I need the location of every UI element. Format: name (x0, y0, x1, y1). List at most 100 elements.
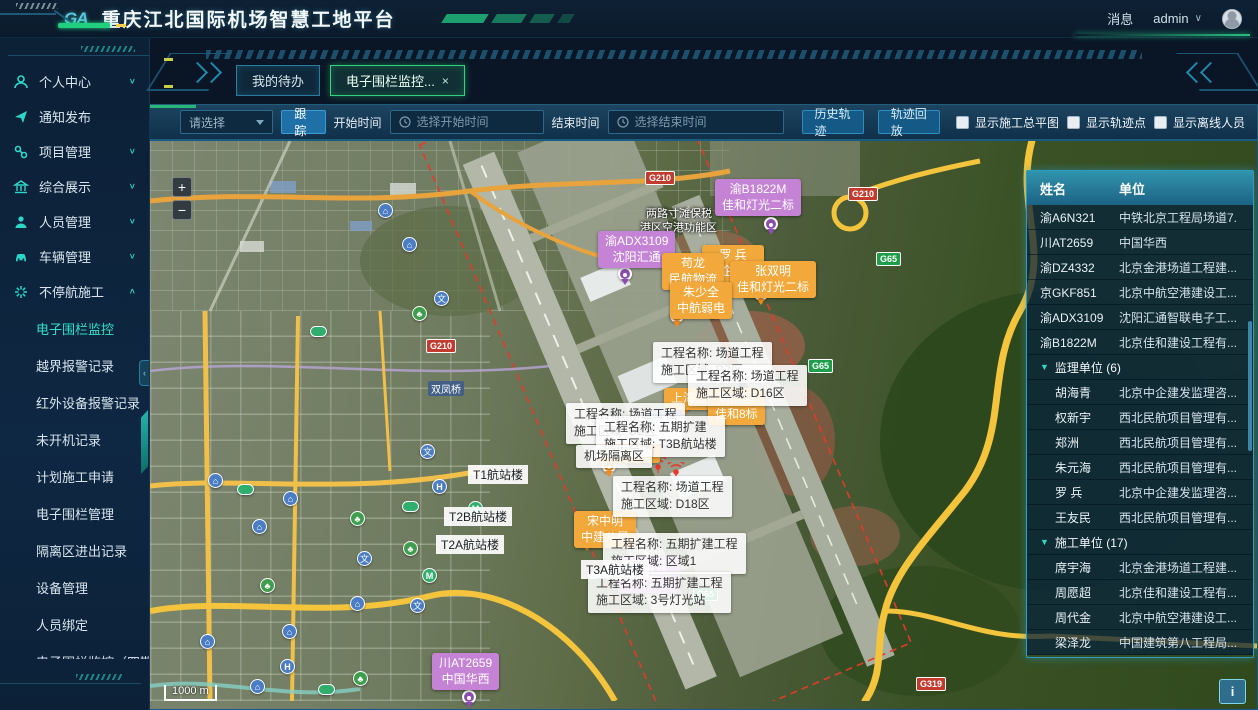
table-row[interactable]: 王友民西北民航项目管理有... (1027, 505, 1253, 530)
table-row[interactable]: 郑洲西北民航项目管理有... (1027, 430, 1253, 455)
road-badge: G210 (426, 339, 456, 353)
toolbar: 请选择 跟踪 开始时间 结束时间 历史轨迹 轨迹回放 (150, 104, 1258, 140)
table-row[interactable]: 渝B1822M北京佳和建设工程有... (1027, 330, 1253, 355)
row-unit: 中国建筑第八工程局... (1119, 634, 1253, 651)
sidebar-item-vehicles[interactable]: 车辆管理 ∨ (0, 239, 149, 274)
display-option-checkbox[interactable]: 显示轨迹点 (1067, 114, 1146, 131)
row-unit: 西北民航项目管理有... (1119, 459, 1253, 476)
terminal-label: T2A航站楼 (436, 535, 504, 554)
sidebar-top-line (8, 55, 149, 56)
sidebar-submenu-item[interactable]: 未开机记录 (0, 422, 149, 459)
zoom-in-button[interactable]: + (172, 177, 192, 197)
map-poi-icon: 文 (357, 551, 372, 566)
table-row[interactable]: 川AT2659中国华西 (1027, 230, 1253, 255)
vehicle-map-label[interactable]: 渝B1822M佳和灯光二标 (715, 179, 801, 216)
sidebar-item-overview[interactable]: 综合展示 ∨ (0, 169, 149, 204)
start-time-picker[interactable] (390, 110, 544, 134)
map-poi-icon: ⌂ (282, 624, 297, 639)
sidebar-submenu-item[interactable]: 越界报警记录 (0, 348, 149, 385)
table-row[interactable]: 胡海青北京中企建发监理咨... (1027, 380, 1253, 405)
row-unit: 北京佳和建设工程有... (1119, 334, 1253, 351)
tab-my-todo[interactable]: 我的待办 (236, 65, 320, 96)
map-poi-icon (318, 684, 335, 695)
sidebar-collapse-handle[interactable]: ‹ (139, 360, 149, 386)
sidebar-submenu-item[interactable]: 设备管理 (0, 570, 149, 607)
map-canvas[interactable]: + − ⌂⌂⌂⌂⌂⌂⌂⌂⌂♣♣♣♣♣文文文文MMHH G210G210G210G… (150, 140, 1258, 710)
display-option-checkbox[interactable]: 显示施工总平图 (956, 114, 1059, 131)
column-unit: 单位 (1119, 179, 1253, 198)
end-time-picker[interactable] (608, 110, 784, 134)
project-tooltip: 机场隔离区 (576, 445, 652, 468)
row-name: 周代金 (1027, 609, 1119, 626)
map-person-pin[interactable] (618, 267, 632, 281)
sidebar-submenu-item[interactable]: 红外设备报警记录 (0, 385, 149, 422)
user-menu[interactable]: admin ∨ (1153, 11, 1202, 26)
table-row[interactable]: 渝ADX3109沈阳汇通智联电子工... (1027, 305, 1253, 330)
checkbox-box-icon[interactable] (1154, 116, 1167, 129)
sidebar-edge-decoration (141, 410, 148, 474)
sidebar-item-personal-center[interactable]: 个人中心 ∨ (0, 64, 149, 99)
row-name: 罗 兵 (1027, 484, 1119, 501)
map-poi-icon: ⌂ (283, 491, 298, 506)
sidebar-item-nonstop-construction[interactable]: 不停航施工 ∧ (0, 274, 149, 309)
toolbar-checkbox-group: 显示施工总平图 显示轨迹点 显示离线人员 (948, 114, 1245, 131)
sidebar-submenu-item[interactable]: 电子围栏监控（四期） (0, 644, 149, 659)
terminal-label: T2B航站楼 (444, 507, 512, 526)
table-row[interactable]: 京GKF851北京中航空港建设工... (1027, 280, 1253, 305)
sidebar-submenu-item[interactable]: 人员绑定 (0, 607, 149, 644)
map-poi-icon: ⌂ (378, 203, 393, 218)
checkbox-box-icon[interactable] (956, 116, 969, 129)
sidebar-item-projects[interactable]: 项目管理 ∨ (0, 134, 149, 169)
sidebar-item-notifications[interactable]: 通知发布 (0, 99, 149, 134)
track-playback-button[interactable]: 轨迹回放 (878, 110, 940, 134)
display-option-checkbox[interactable]: 显示离线人员 (1154, 114, 1245, 131)
table-row[interactable]: 权新宇西北民航项目管理有... (1027, 405, 1253, 430)
collapse-triangle-icon[interactable]: ▼ (1040, 537, 1049, 547)
table-row[interactable]: 周代金北京中航空港建设工... (1027, 605, 1253, 630)
map-poi-icon: H (432, 479, 447, 494)
sidebar-submenu-item[interactable]: 电子围栏监控 (0, 311, 149, 348)
sidebar-submenu-item[interactable]: 计划施工申请 (0, 459, 149, 496)
row-unit: 北京中航空港建设工... (1119, 609, 1253, 626)
table-group-row[interactable]: ▼监理单位 (6) (1027, 355, 1253, 380)
row-unit: 北京中企建发监理咨... (1119, 484, 1253, 501)
end-time-input[interactable] (635, 115, 775, 129)
person-select-dropdown[interactable]: 请选择 (180, 110, 273, 134)
table-group-row[interactable]: ▼施工单位 (17) (1027, 530, 1253, 555)
table-row[interactable]: 渝A6N321中铁北京工程局场道7. (1027, 205, 1253, 230)
sidebar-item-personnel[interactable]: 人员管理 ∨ (0, 204, 149, 239)
sidebar-submenu-item[interactable]: 隔离区进出记录 (0, 533, 149, 570)
terminal-label: T3A航站楼 (581, 560, 649, 579)
table-row[interactable]: 席宇海北京金港场道工程建... (1027, 555, 1253, 580)
table-row[interactable]: 渝DZ4332北京金港场道工程建... (1027, 255, 1253, 280)
map-poi-icon: M (422, 568, 437, 583)
row-unit: 北京金港场道工程建... (1119, 559, 1253, 576)
history-track-button[interactable]: 历史轨迹 (802, 110, 864, 134)
collapse-triangle-icon[interactable]: ▼ (1040, 362, 1049, 372)
person-map-label[interactable]: 朱少全中航弱电 (670, 282, 732, 319)
table-row[interactable]: 罗 兵北京中企建发监理咨... (1027, 480, 1253, 505)
tabbar-yellow-tick (164, 85, 173, 88)
road-badge: G210 (848, 187, 878, 201)
track-button[interactable]: 跟踪 (281, 110, 325, 134)
table-row[interactable]: 梁泽龙中国建筑第八工程局... (1027, 630, 1253, 655)
close-icon[interactable]: × (442, 74, 449, 88)
zoom-out-button[interactable]: − (172, 200, 192, 220)
tab-electronic-fence-monitoring[interactable]: 电子围栏监控... × (330, 65, 465, 96)
map-poi-icon: 文 (420, 444, 435, 459)
map-person-pin[interactable] (462, 690, 476, 704)
sidebar-submenu-item[interactable]: 电子围栏管理 (0, 496, 149, 533)
scrollbar[interactable] (1248, 321, 1252, 451)
table-row[interactable]: 周愿超北京佳和建设工程有... (1027, 580, 1253, 605)
start-time-input[interactable] (417, 115, 535, 129)
avatar[interactable] (1222, 9, 1242, 29)
map-poi-icon: ⌂ (252, 519, 267, 534)
person-map-label[interactable]: 张双明佳和灯光二标 (730, 261, 816, 298)
info-button[interactable]: i (1219, 679, 1246, 704)
vehicle-map-label[interactable]: 川AT2659中国华西 (432, 653, 499, 690)
map-person-pin[interactable] (764, 217, 778, 231)
messages-link[interactable]: 消息 (1107, 9, 1133, 28)
row-name: 朱元海 (1027, 459, 1119, 476)
table-row[interactable]: 朱元海西北民航项目管理有... (1027, 455, 1253, 480)
checkbox-box-icon[interactable] (1067, 116, 1080, 129)
